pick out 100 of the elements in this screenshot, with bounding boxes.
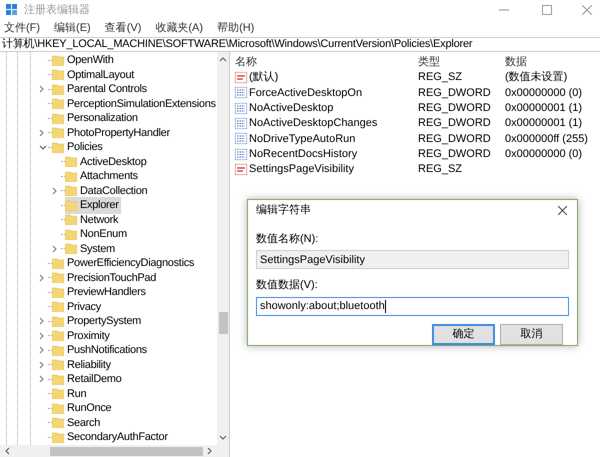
value-data: (数值未设置) xyxy=(505,71,568,84)
value-type: REG_DWORD xyxy=(418,116,492,132)
vertical-scrollbar[interactable] xyxy=(217,52,229,445)
menu-item[interactable]: 文件(F) xyxy=(4,20,40,37)
folder-icon xyxy=(52,84,64,95)
folder-icon xyxy=(65,170,77,182)
text-cursor xyxy=(384,300,386,313)
tree-item[interactable]: Network xyxy=(65,212,120,228)
tree-item[interactable]: SecondaryAuthFactor xyxy=(52,429,170,445)
value-type: REG_DWORD xyxy=(418,86,492,101)
value-data: 0x00000001 (1) xyxy=(505,102,582,114)
value-name[interactable]: NoDriveTypeAutoRun xyxy=(249,130,356,148)
folder-icon xyxy=(52,344,64,356)
folder-icon xyxy=(52,142,64,153)
folder-icon xyxy=(52,316,64,327)
folder-icon xyxy=(52,98,64,110)
scroll-down-icon[interactable] xyxy=(219,435,227,441)
value-name[interactable]: NoRecentDocsHistory xyxy=(249,146,358,162)
value-name[interactable]: ForceActiveDesktopOn xyxy=(249,84,362,102)
tree-item[interactable]: Proximity xyxy=(52,328,112,344)
scrollbar-thumb[interactable] xyxy=(50,446,203,456)
tree-item[interactable]: OptimalLayout xyxy=(52,66,136,83)
tree-item[interactable]: DataCollection xyxy=(65,182,150,199)
menu-item[interactable]: 帮助(H) xyxy=(217,20,254,37)
value-type: REG_DWORD xyxy=(418,101,492,116)
tree-item[interactable]: PerceptionSimulationExtensions xyxy=(52,96,217,112)
column-header[interactable]: 类型 xyxy=(418,56,440,68)
tree-item[interactable]: PowerEfficiencyDiagnostics xyxy=(52,255,196,272)
close-icon[interactable] xyxy=(558,206,567,215)
dialog-button[interactable]: 取消 xyxy=(500,324,563,345)
value-data: 0x00000001 (1) xyxy=(505,117,582,130)
tree-item[interactable]: Attachments xyxy=(65,168,140,184)
value-data-label: 数值数据(V): xyxy=(256,278,319,294)
maximize-icon[interactable] xyxy=(542,5,552,15)
folder-icon xyxy=(65,243,77,254)
dialog-title: 编辑字符串 xyxy=(256,202,311,218)
binary-value-icon xyxy=(235,87,247,98)
tree-item[interactable]: Search xyxy=(52,414,102,431)
tree-item[interactable]: Policies xyxy=(52,139,105,156)
tree-item[interactable]: PrecisionTouchPad xyxy=(52,270,158,286)
tree-item[interactable]: Parental Controls xyxy=(52,81,149,98)
folder-icon xyxy=(52,258,64,269)
folder-icon xyxy=(52,359,64,370)
folder-icon xyxy=(65,228,77,240)
scrollbar-thumb[interactable] xyxy=(218,312,228,334)
tree-item[interactable]: RunOnce xyxy=(52,400,114,416)
value-name[interactable]: NoActiveDesktopChanges xyxy=(249,115,378,132)
tree-item[interactable]: Run xyxy=(52,386,88,402)
folder-icon xyxy=(65,156,77,168)
string-value-icon xyxy=(235,164,247,175)
binary-value-icon xyxy=(235,148,247,160)
dialog-button[interactable]: 确定 xyxy=(432,324,495,345)
tree-item[interactable]: NonEnum xyxy=(65,226,129,242)
scroll-up-icon[interactable] xyxy=(219,56,227,62)
value-name-label: 数值名称(N): xyxy=(256,232,320,247)
menu-item[interactable]: 收藏夹(A) xyxy=(155,20,204,37)
tree-item[interactable]: PushNotifications xyxy=(52,342,149,358)
tree-item[interactable]: PhotoPropertyHandler xyxy=(52,124,172,141)
string-value-icon xyxy=(235,72,247,84)
tree-item[interactable]: Reliability xyxy=(52,356,113,373)
tree-item[interactable]: PropertySystem xyxy=(52,313,144,330)
window-title: 注册表编辑器 xyxy=(24,2,90,18)
menu-item[interactable]: 编辑(E) xyxy=(54,20,91,37)
tree-item[interactable]: OpenWith xyxy=(52,52,116,68)
column-header[interactable]: 数据 xyxy=(505,56,527,68)
value-name[interactable]: NoActiveDesktop xyxy=(249,100,334,116)
address-bar[interactable]: 计算机\HKEY_LOCAL_MACHINE\SOFTWARE\Microsoft\Windows\CurrentVersion\Policies\Explorer xyxy=(0,37,600,52)
value-data: 0x00000000 (0) xyxy=(505,86,582,99)
menu-item[interactable]: 查看(V) xyxy=(104,20,142,37)
value-data: 0x00000000 (0) xyxy=(505,148,582,160)
folder-icon xyxy=(52,127,64,138)
folder-icon xyxy=(52,69,64,80)
value-type: REG_SZ xyxy=(418,162,464,178)
folder-icon xyxy=(52,417,64,428)
value-data-field[interactable]: showonly:about;bluetooth xyxy=(256,296,569,316)
horizontal-scrollbar[interactable] xyxy=(0,445,229,457)
tree-item[interactable]: Privacy xyxy=(52,298,103,315)
tree-item[interactable]: PreviewHandlers xyxy=(52,284,148,300)
value-name[interactable]: (默认) xyxy=(249,69,278,86)
folder-icon xyxy=(52,272,64,284)
column-header[interactable]: 名称 xyxy=(235,56,257,68)
registry-app-icon xyxy=(6,4,18,16)
binary-value-icon xyxy=(235,118,247,130)
scroll-left-icon[interactable] xyxy=(4,447,10,455)
folder-icon xyxy=(52,432,64,443)
binary-value-icon xyxy=(235,133,247,144)
tree-item[interactable]: Personalization xyxy=(52,110,140,126)
tree-item[interactable]: System xyxy=(65,240,117,257)
value-name-field[interactable]: SettingsPageVisibility xyxy=(256,250,569,270)
value-type: REG_SZ xyxy=(418,70,464,86)
tree-item[interactable]: ActiveDesktop xyxy=(65,154,148,170)
tree-item[interactable]: Explorer xyxy=(65,197,121,214)
scroll-right-icon[interactable] xyxy=(207,447,213,455)
value-type: REG_DWORD xyxy=(418,132,492,147)
value-name[interactable]: SettingsPageVisibility xyxy=(249,161,354,178)
folder-icon xyxy=(52,388,64,400)
folder-icon xyxy=(52,301,64,312)
tree-item[interactable]: RetailDemo xyxy=(52,371,124,388)
folder-icon xyxy=(52,112,64,124)
value-data: 0x000000ff (255) xyxy=(505,132,588,145)
